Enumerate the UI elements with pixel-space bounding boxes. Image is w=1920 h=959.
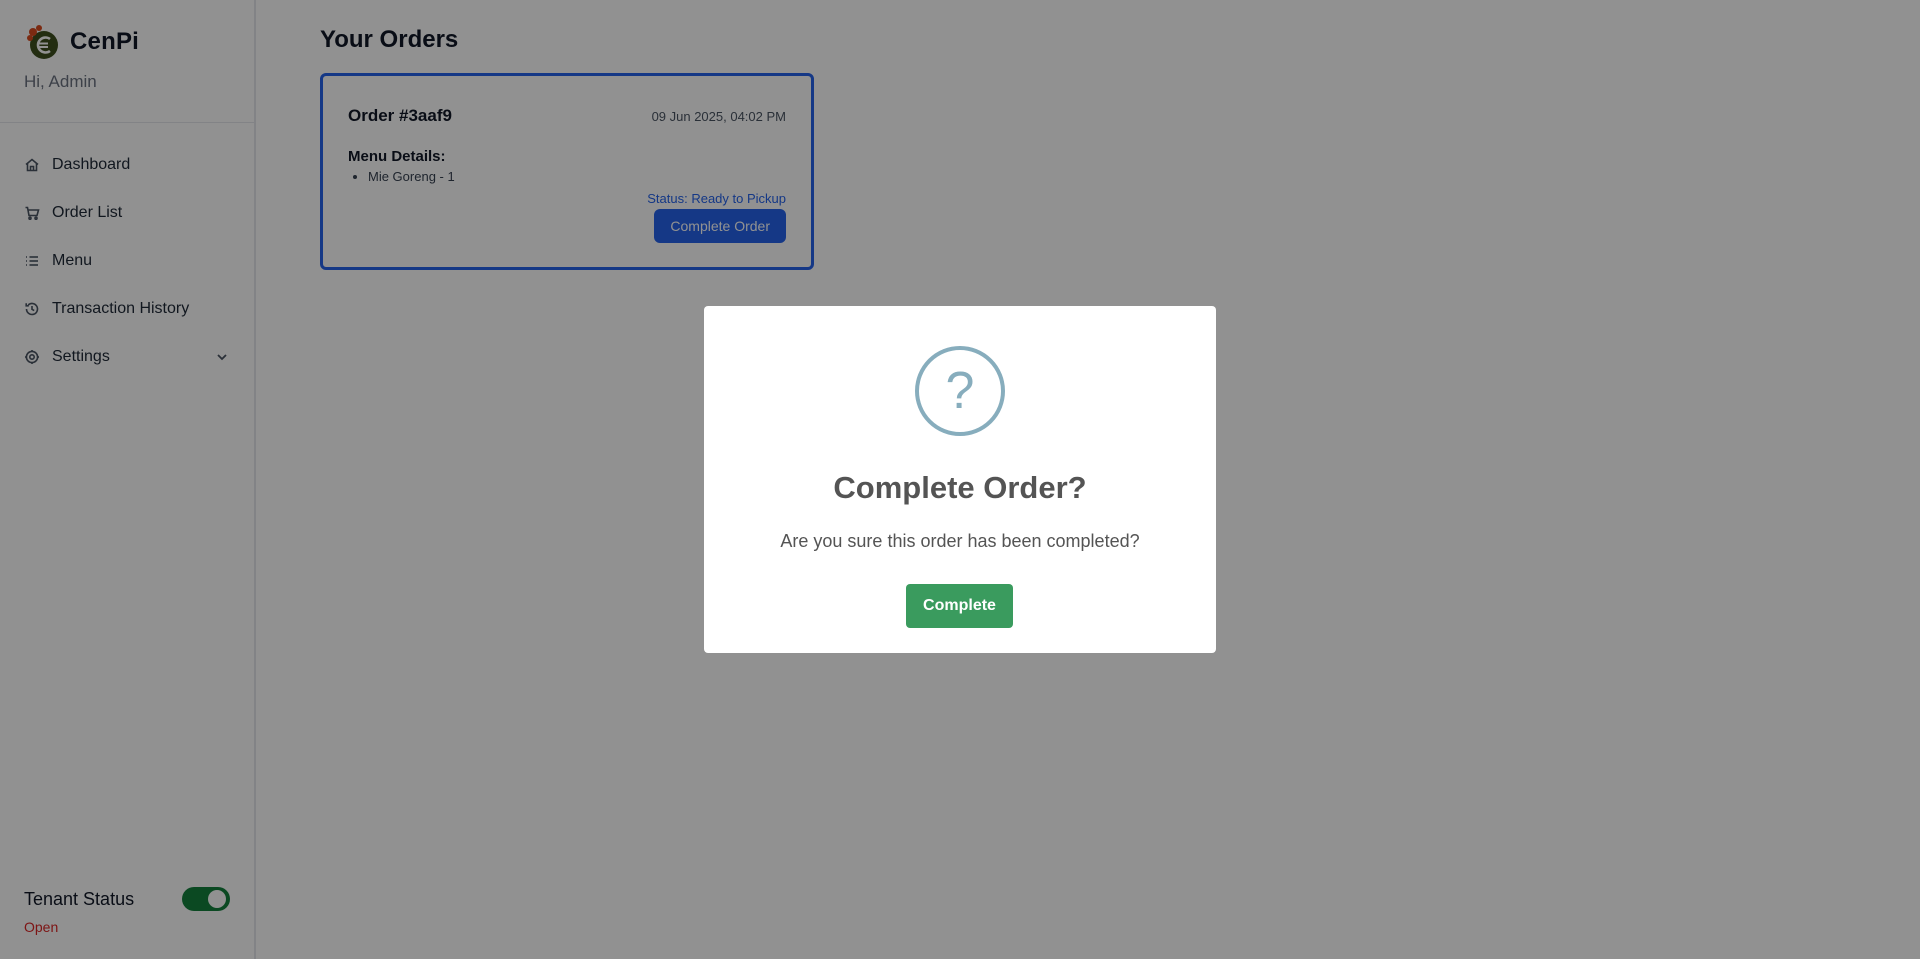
confirm-dialog: ? Complete Order? Are you sure this orde… (704, 306, 1216, 653)
question-icon: ? (915, 346, 1005, 436)
dialog-message: Are you sure this order has been complet… (780, 531, 1140, 551)
dialog-title: Complete Order? (833, 470, 1087, 505)
complete-button[interactable]: Complete (906, 584, 1013, 628)
